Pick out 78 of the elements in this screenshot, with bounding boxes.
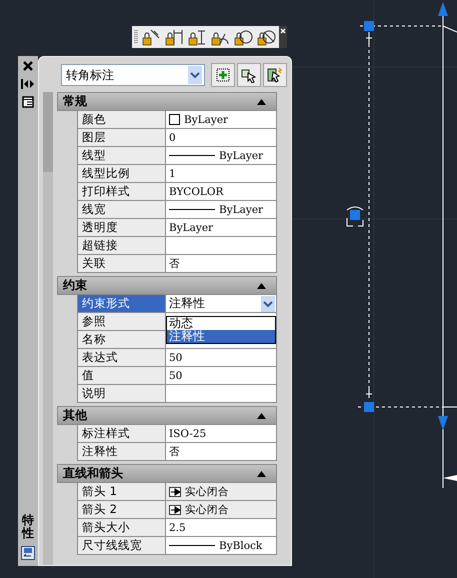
property-label[interactable]: 箭头大小 (78, 519, 166, 536)
property-value[interactable]: 50 (166, 349, 277, 366)
section-header[interactable]: 约束 (57, 276, 277, 295)
grip-handle[interactable] (364, 21, 374, 31)
property-label[interactable]: 箭头 1 (78, 483, 166, 500)
lock-dimension-icon[interactable] (187, 28, 207, 46)
property-value[interactable]: 否 (166, 255, 277, 272)
section-title: 约束 (63, 277, 87, 294)
collapse-icon[interactable] (257, 282, 266, 288)
property-label[interactable]: 值 (78, 367, 166, 384)
property-value[interactable]: 实心闭合 (166, 483, 277, 500)
property-label[interactable]: 名称 (78, 331, 166, 348)
close-icon[interactable] (22, 60, 34, 72)
property-value[interactable]: ByLayer (166, 147, 277, 164)
lock-dimension-icon[interactable] (141, 28, 161, 46)
object-type-dropdown[interactable]: 转角标注 (61, 64, 205, 86)
property-label[interactable]: 参照 (78, 313, 166, 330)
scrollbar[interactable] (43, 92, 53, 565)
toggle-pickadd-button[interactable] (211, 63, 235, 87)
pointer-icon (241, 67, 257, 83)
chevron-down-icon[interactable] (188, 66, 202, 84)
property-value[interactable]: 1 (166, 165, 277, 182)
property-value[interactable]: ByBlock (166, 537, 277, 554)
property-label[interactable]: 关联 (78, 255, 166, 272)
section-title: 常规 (63, 93, 87, 110)
property-label[interactable]: 尺寸线线宽 (78, 537, 166, 554)
property-label[interactable]: 透明度 (78, 219, 166, 236)
dropdown-option[interactable]: 注释性 (167, 330, 275, 343)
collapse-icon[interactable] (257, 412, 266, 418)
property-label[interactable]: 表达式 (78, 349, 166, 366)
section-header[interactable]: 其他 (57, 406, 277, 425)
add-selection-icon (216, 68, 230, 82)
arrowhead-icon (169, 504, 181, 514)
lock-dimension-icon[interactable] (164, 28, 184, 46)
property-value[interactable]: ISO-25 (166, 425, 277, 442)
palette-title: 特性 (22, 514, 34, 540)
property-label[interactable]: 线型 (78, 147, 166, 164)
property-value[interactable]: 2.5 (166, 519, 277, 536)
property-value[interactable]: 实心闭合 (166, 501, 277, 518)
property-label[interactable]: 箭头 2 (78, 501, 166, 518)
select-objects-button[interactable] (237, 63, 261, 87)
property-label[interactable]: 图层 (78, 129, 166, 146)
close-icon[interactable] (279, 26, 287, 48)
property-label[interactable]: 颜色 (78, 111, 166, 128)
grip-icon[interactable] (134, 30, 138, 44)
property-label[interactable]: 线型比例 (78, 165, 166, 182)
property-value[interactable]: ByLayer (166, 219, 277, 236)
property-value[interactable]: ByLayer (166, 111, 277, 128)
property-label[interactable]: 说明 (78, 385, 166, 402)
property-label[interactable]: 线宽 (78, 201, 166, 218)
property-value[interactable]: 50 (166, 367, 277, 384)
section-title: 直线和箭头 (63, 465, 123, 482)
quick-select-icon (267, 67, 283, 83)
lock-dimension-icon[interactable] (233, 28, 253, 46)
quick-select-button[interactable] (263, 63, 287, 87)
lock-dimension-icon[interactable] (256, 28, 276, 46)
collapse-icon[interactable] (257, 98, 266, 104)
property-value[interactable]: ByLayer (166, 201, 277, 218)
section-title: 其他 (63, 407, 87, 424)
auto-hide-icon[interactable] (21, 78, 35, 90)
arrowhead-icon (169, 486, 181, 496)
section-header[interactable]: 直线和箭头 (57, 464, 277, 483)
section-header[interactable]: 常规 (57, 92, 277, 111)
grip-handle[interactable] (364, 402, 374, 412)
chevron-down-icon[interactable] (261, 296, 275, 312)
dropdown-option[interactable]: 动态 (167, 317, 275, 330)
properties-icon[interactable] (22, 96, 34, 108)
property-label[interactable]: 标注样式 (78, 425, 166, 442)
property-value[interactable]: 否 (166, 443, 277, 460)
property-label[interactable]: 超链接 (78, 237, 166, 254)
property-label[interactable]: 注释性 (78, 443, 166, 460)
property-label[interactable]: 打印样式 (78, 183, 166, 200)
collapse-icon[interactable] (257, 470, 266, 476)
property-value[interactable]: BYCOLOR (166, 183, 277, 200)
palette-menu-icon[interactable] (21, 546, 35, 560)
property-value[interactable]: 0 (166, 129, 277, 146)
grip-handle[interactable] (350, 210, 360, 220)
property-label[interactable]: 约束形式 (78, 295, 166, 312)
